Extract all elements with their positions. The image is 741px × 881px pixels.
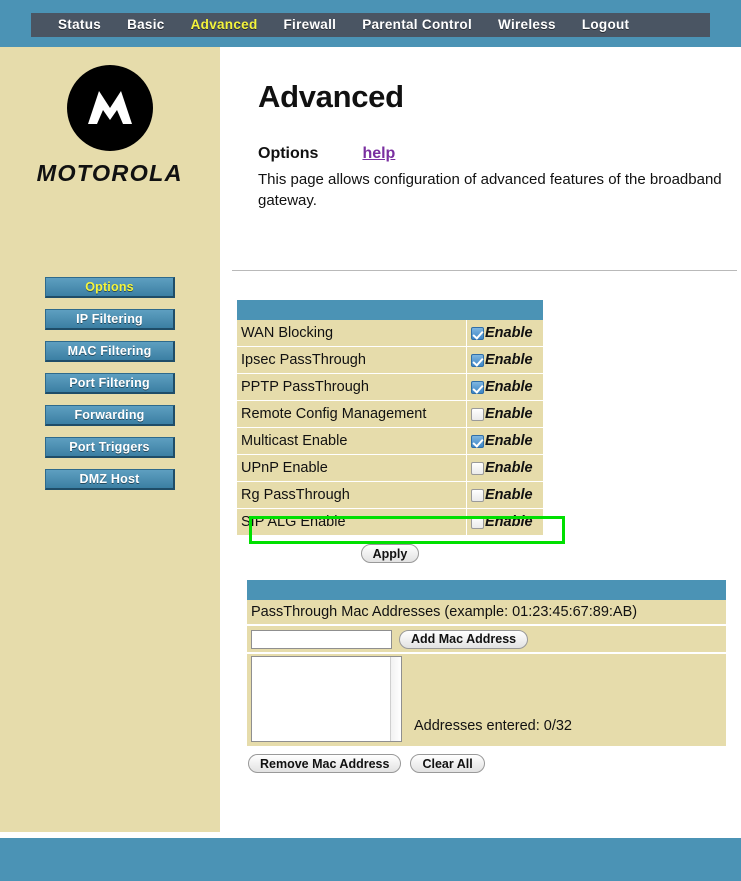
router-admin-page: Status Basic Advanced Firewall Parental Cont… bbox=[0, 0, 741, 881]
enable-label: Enable bbox=[485, 379, 533, 395]
nav-item-wireless[interactable]: Wireless bbox=[485, 13, 569, 37]
nav-item-parental-control[interactable]: Parental Control bbox=[349, 13, 485, 37]
brand-logo: MOTOROLA bbox=[0, 65, 220, 187]
sidebar-menu: Options IP Filtering MAC Filtering Port Fil… bbox=[0, 277, 220, 490]
option-label: Rg PassThrough bbox=[241, 487, 350, 503]
enable-label: Enable bbox=[485, 514, 533, 530]
option-label: SIP ALG Enable bbox=[241, 514, 346, 530]
enable-checkbox[interactable] bbox=[471, 380, 484, 394]
passthrough-mac-section: PassThrough Mac Addresses (example: 01:2… bbox=[247, 580, 726, 773]
option-control: Enable bbox=[466, 320, 543, 346]
mac-list-row: Addresses entered: 0/32 bbox=[247, 654, 726, 748]
section-description: This page allows configuration of advanc… bbox=[258, 171, 722, 209]
table-header-bar bbox=[237, 300, 543, 320]
mac-section-title: PassThrough Mac Addresses (example: 01:2… bbox=[247, 600, 726, 626]
sidebar-item-options[interactable]: Options bbox=[45, 277, 175, 298]
enable-checkbox[interactable] bbox=[471, 326, 484, 340]
option-control: Enable bbox=[466, 428, 543, 454]
mac-header-bar bbox=[247, 580, 726, 600]
footer-bar bbox=[0, 838, 741, 881]
option-control: Enable bbox=[466, 401, 543, 427]
divider bbox=[232, 270, 737, 271]
option-row: Ipsec PassThrough Enable bbox=[237, 347, 543, 374]
enable-checkbox[interactable] bbox=[471, 434, 484, 448]
nav-item-status[interactable]: Status bbox=[45, 13, 114, 37]
mac-actions: Remove Mac Address Clear All bbox=[247, 754, 726, 773]
option-label: Remote Config Management bbox=[241, 406, 427, 422]
sidebar-item-forwarding[interactable]: Forwarding bbox=[45, 405, 175, 426]
sidebar-item-port-filtering[interactable]: Port Filtering bbox=[45, 373, 175, 394]
option-label: Ipsec PassThrough bbox=[241, 352, 366, 368]
mac-address-input[interactable] bbox=[251, 629, 392, 649]
enable-checkbox[interactable] bbox=[471, 461, 484, 475]
nav-item-firewall[interactable]: Firewall bbox=[271, 13, 350, 37]
sidebar-item-ip-filtering[interactable]: IP Filtering bbox=[45, 309, 175, 330]
brand-wordmark: MOTOROLA bbox=[36, 160, 184, 186]
mac-address-listbox[interactable] bbox=[251, 656, 402, 742]
option-row: WAN Blocking Enable bbox=[237, 320, 543, 347]
remove-mac-address-button[interactable]: Remove Mac Address bbox=[248, 754, 402, 773]
option-control: Enable bbox=[466, 482, 543, 508]
help-link[interactable]: help bbox=[362, 145, 395, 163]
option-row: SIP ALG Enable Enable bbox=[237, 509, 543, 536]
option-row: Rg PassThrough Enable bbox=[237, 482, 543, 509]
advanced-options-table: WAN Blocking Enable Ipsec PassThrough Enabl… bbox=[237, 300, 565, 544]
section-header: Options help bbox=[258, 145, 395, 163]
sidebar: MOTOROLA Options IP Filtering MAC Filterin… bbox=[0, 47, 220, 832]
option-label: UPnP Enable bbox=[241, 460, 328, 476]
nav-item-basic[interactable]: Basic bbox=[114, 13, 178, 37]
enable-label: Enable bbox=[485, 433, 533, 449]
main-content: Advanced Options help This page allows c… bbox=[220, 47, 741, 838]
option-control: Enable bbox=[466, 347, 543, 373]
enable-checkbox[interactable] bbox=[471, 407, 484, 421]
sidebar-item-dmz-host[interactable]: DMZ Host bbox=[45, 469, 175, 490]
option-row: Multicast Enable Enable bbox=[237, 428, 543, 455]
sidebar-item-port-triggers[interactable]: Port Triggers bbox=[45, 437, 175, 458]
option-row: Remote Config Management Enable bbox=[237, 401, 543, 428]
clear-all-button[interactable]: Clear All bbox=[410, 754, 485, 773]
section-title: Options bbox=[258, 145, 319, 162]
option-label: PPTP PassThrough bbox=[241, 379, 369, 395]
mac-add-row: Add Mac Address bbox=[247, 626, 726, 654]
nav-item-logout[interactable]: Logout bbox=[569, 13, 643, 37]
option-control: Enable bbox=[466, 374, 543, 400]
motorola-m-icon bbox=[67, 65, 153, 151]
enable-label: Enable bbox=[485, 325, 533, 341]
add-mac-address-button[interactable]: Add Mac Address bbox=[399, 629, 529, 649]
enable-label: Enable bbox=[485, 460, 533, 476]
option-control: Enable bbox=[466, 455, 543, 481]
apply-row: Apply bbox=[237, 544, 543, 563]
apply-button[interactable]: Apply bbox=[360, 544, 420, 563]
enable-checkbox[interactable] bbox=[471, 488, 484, 502]
option-row: UPnP Enable Enable bbox=[237, 455, 543, 482]
option-label: WAN Blocking bbox=[241, 325, 334, 341]
nav-item-advanced[interactable]: Advanced bbox=[178, 13, 271, 37]
enable-checkbox[interactable] bbox=[471, 515, 484, 529]
sidebar-item-mac-filtering[interactable]: MAC Filtering bbox=[45, 341, 175, 362]
option-label: Multicast Enable bbox=[241, 433, 348, 449]
option-control: Enable bbox=[466, 509, 543, 535]
enable-checkbox[interactable] bbox=[471, 353, 484, 367]
main-nav: Status Basic Advanced Firewall Parental Cont… bbox=[31, 13, 710, 37]
listbox-scrollbar[interactable] bbox=[390, 657, 401, 741]
page-title: Advanced bbox=[258, 79, 404, 114]
addresses-entered-count: Addresses entered: 0/32 bbox=[414, 718, 572, 734]
enable-label: Enable bbox=[485, 352, 533, 368]
enable-label: Enable bbox=[485, 487, 533, 503]
top-banner: Status Basic Advanced Firewall Parental Cont… bbox=[0, 0, 741, 47]
enable-label: Enable bbox=[485, 406, 533, 422]
option-row: PPTP PassThrough Enable bbox=[237, 374, 543, 401]
